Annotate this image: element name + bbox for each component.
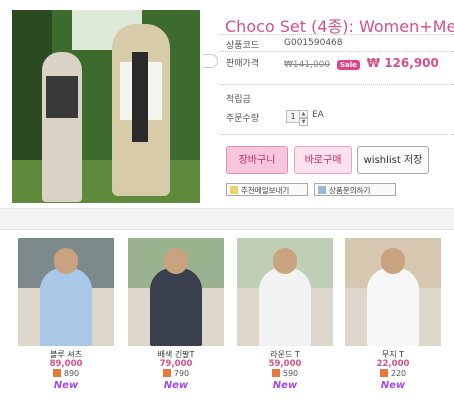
points-value: 890 [63, 369, 80, 378]
image-woman [42, 52, 82, 202]
quantity-down-icon[interactable]: ▼ [299, 118, 308, 126]
points-icon [271, 369, 280, 377]
product-price: 79,000 [159, 359, 193, 369]
thumbnail-model-head [381, 248, 405, 274]
inquiry-icon [318, 186, 326, 194]
section-separator [0, 208, 454, 230]
product-grid: 블루 셔츠 89,000 890 New 배색 긴팔T 79,000 790 N… [0, 229, 454, 403]
quantity-up-icon[interactable]: ▲ [299, 110, 308, 118]
product-inquiry-label: 상품문의하기 [329, 186, 371, 195]
new-badge: New [163, 380, 189, 391]
image-grass [12, 160, 200, 203]
points-value: 220 [390, 369, 407, 378]
product-card[interactable]: 라운드 T 59,000 590 New [237, 235, 333, 403]
quantity-input[interactable]: 1 [286, 110, 300, 123]
price-values: ₩141,000 Sale ₩ 126,900 [284, 56, 439, 70]
product-thumbnail[interactable] [128, 238, 224, 346]
quantity-label: 주문수량 [226, 114, 260, 124]
product-card[interactable]: 블루 셔츠 89,000 890 New [18, 235, 114, 403]
product-thumbnail[interactable] [345, 238, 441, 346]
divider [220, 34, 454, 35]
points-icon [52, 369, 61, 377]
buy-now-button[interactable]: 바로구매 [294, 146, 352, 174]
points-value: 590 [282, 369, 299, 378]
product-thumbnail[interactable] [18, 238, 114, 346]
image-woman-top [46, 76, 78, 118]
quantity-unit: EA [312, 110, 324, 120]
quantity-row: 주문수량 [226, 111, 259, 124]
image-scarf [132, 52, 148, 142]
product-price: 59,000 [268, 359, 302, 369]
side-tab-notch [203, 54, 218, 68]
points-row: 적립금 [226, 92, 251, 105]
product-card[interactable]: 배색 긴팔T 79,000 790 New [128, 235, 224, 403]
divider [220, 84, 454, 85]
product-code-value: G001590468 [284, 38, 343, 48]
divider [220, 51, 454, 52]
mail-icon [230, 186, 238, 194]
product-points: 790 [128, 369, 224, 378]
thumbnail-model-head [273, 248, 297, 274]
points-icon [379, 369, 388, 377]
new-badge: New [380, 380, 406, 391]
recommend-email-label: 추천메일보내기 [241, 186, 290, 195]
thumbnail-garment [259, 268, 311, 346]
product-points: 890 [18, 369, 114, 378]
product-code-row: 상품코드 G001590468 [226, 38, 343, 51]
product-points: 220 [345, 369, 441, 378]
divider [220, 134, 454, 135]
thumbnail-model-head [164, 248, 188, 274]
points-label: 적립금 [226, 95, 251, 105]
thumbnail-garment [367, 268, 419, 346]
product-thumbnail[interactable] [237, 238, 333, 346]
price-label: 판매가격 [226, 59, 260, 69]
thumbnail-garment [150, 268, 202, 346]
new-badge: New [53, 380, 79, 391]
price-row: 판매가격 ₩141,000 Sale ₩ 126,900 [226, 56, 439, 70]
quantity-stepper[interactable]: ▲ ▼ [299, 110, 308, 126]
wishlist-button[interactable]: wishlist 저장 [357, 146, 429, 174]
product-inquiry-button[interactable]: 상품문의하기 [314, 183, 396, 196]
sale-badge: Sale [337, 60, 360, 70]
points-value: 790 [173, 369, 190, 378]
add-to-cart-button[interactable]: 장바구니 [226, 146, 288, 174]
original-price: ₩141,000 [284, 60, 331, 70]
thumbnail-model-head [54, 248, 78, 274]
product-detail: Choco Set (4종): Women+Men 상품코드 G00159046… [0, 0, 454, 208]
product-main-image[interactable] [12, 10, 200, 203]
product-card[interactable]: 무지 T 22,000 220 New [345, 235, 441, 403]
thumbnail-garment [40, 268, 92, 346]
recommend-email-button[interactable]: 추천메일보내기 [226, 183, 308, 196]
product-code-label: 상품코드 [226, 41, 260, 51]
points-icon [162, 369, 171, 377]
product-price: 89,000 [49, 359, 83, 369]
sale-price: ₩ 126,900 [366, 56, 439, 70]
product-points: 590 [237, 369, 333, 378]
product-price: 22,000 [376, 359, 410, 369]
new-badge: New [272, 380, 298, 391]
